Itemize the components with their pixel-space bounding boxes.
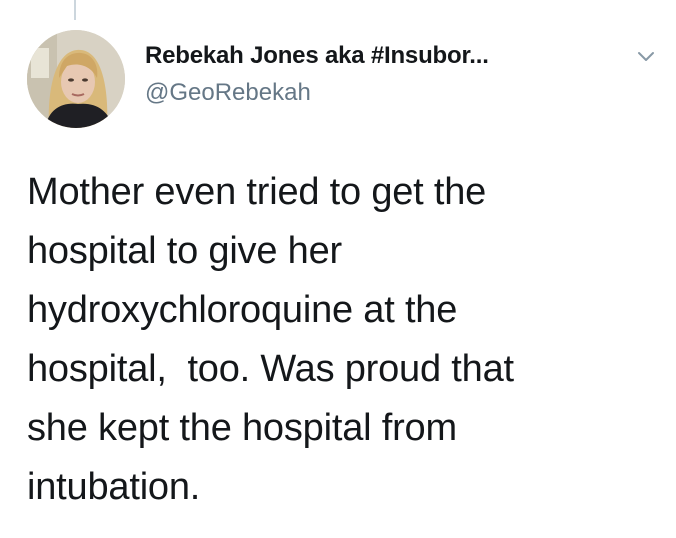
chevron-down-icon — [638, 52, 654, 61]
author-handle[interactable]: @GeoRebekah — [145, 79, 311, 107]
tweet-menu-button[interactable] — [632, 42, 660, 70]
profile-photo — [27, 30, 125, 128]
avatar[interactable] — [27, 30, 125, 128]
thread-connector-line — [74, 0, 76, 20]
tweet-text: Mother even tried to get the hospital to… — [27, 171, 514, 508]
author-display-name[interactable]: Rebekah Jones aka #Insubor... — [145, 42, 489, 70]
